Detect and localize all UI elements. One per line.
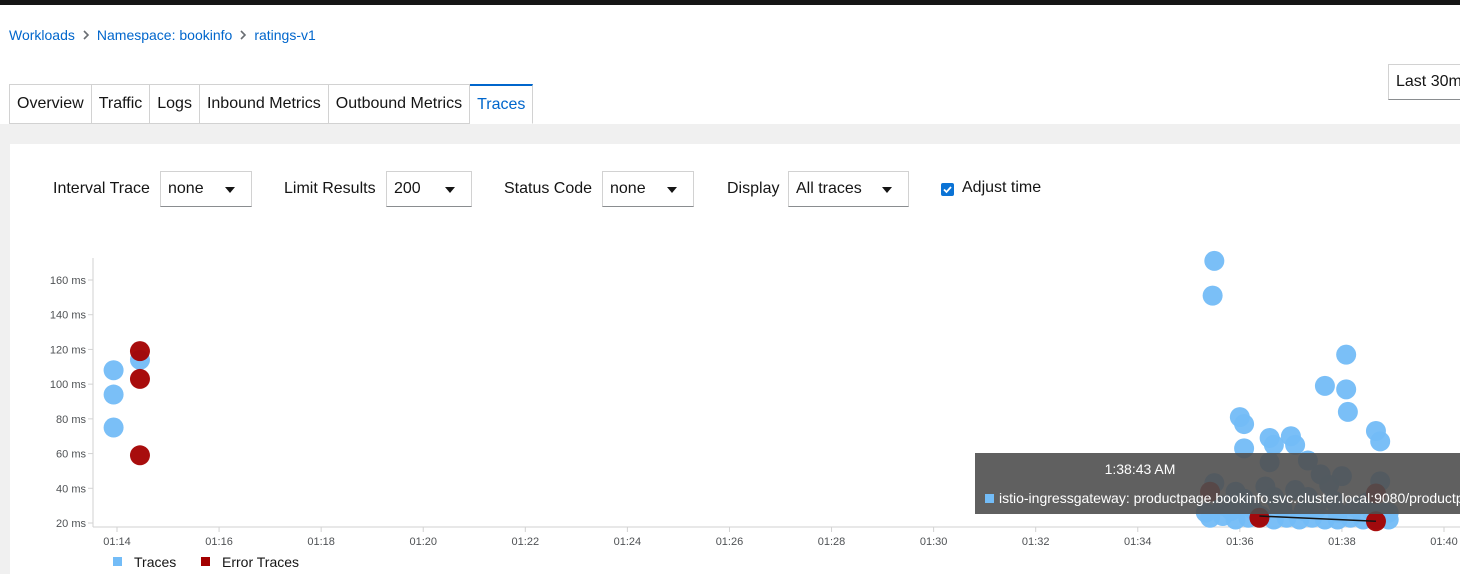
legend-label-error-traces[interactable]: Error Traces [222,554,299,570]
legend-label-traces[interactable]: Traces [134,554,176,570]
x-tick-label: 01:28 [818,536,846,548]
y-tick-label: 160 ms [50,275,87,287]
trace-point [1234,414,1255,435]
x-tick-label: 01:30 [920,536,948,548]
y-tick-label: 140 ms [50,310,87,322]
trace-point [1336,379,1357,400]
y-tick-label: 100 ms [50,379,87,391]
x-tick-label: 01:14 [103,536,131,548]
trace-point [1337,401,1358,422]
x-tick-label: 01:16 [205,536,233,548]
trace-point [103,360,124,381]
trace-point [1285,434,1306,455]
tooltip-swatch [985,494,994,503]
x-tick-label: 01:36 [1226,536,1254,548]
x-tick-label: 01:18 [307,536,335,548]
trace-point [1204,250,1225,271]
trace-point [1263,434,1284,455]
x-tick-label: 01:20 [409,536,437,548]
trace-point [1370,431,1391,452]
trace-point [1314,375,1335,396]
tooltip-text: istio-ingressgateway: productpage.bookin… [999,490,1460,506]
x-tick-label: 01:22 [512,536,540,548]
y-tick-label: 120 ms [50,344,87,356]
legend-swatch-traces [113,557,122,566]
y-tick-label: 60 ms [56,449,86,461]
legend-swatch-error-traces [201,557,210,566]
error-trace-point [129,341,150,362]
chart-tooltip: 1:38:43 AM istio-ingressgateway: product… [975,453,1460,514]
error-trace-point [129,445,150,466]
x-tick-label: 01:32 [1022,536,1050,548]
y-tick-label: 40 ms [56,483,86,495]
trace-point [1202,285,1223,306]
trace-point [103,384,124,405]
trace-point [103,417,124,438]
x-tick-label: 01:40 [1430,536,1458,548]
tooltip-time: 1:38:43 AM [1104,461,1176,477]
x-tick-label: 01:26 [716,536,744,548]
error-trace-point [129,368,150,389]
x-tick-label: 01:34 [1124,536,1152,548]
y-tick-label: 80 ms [56,414,86,426]
x-tick-label: 01:24 [614,536,642,548]
trace-point [1336,344,1357,365]
y-tick-label: 20 ms [56,518,86,530]
x-tick-label: 01:38 [1328,536,1356,548]
